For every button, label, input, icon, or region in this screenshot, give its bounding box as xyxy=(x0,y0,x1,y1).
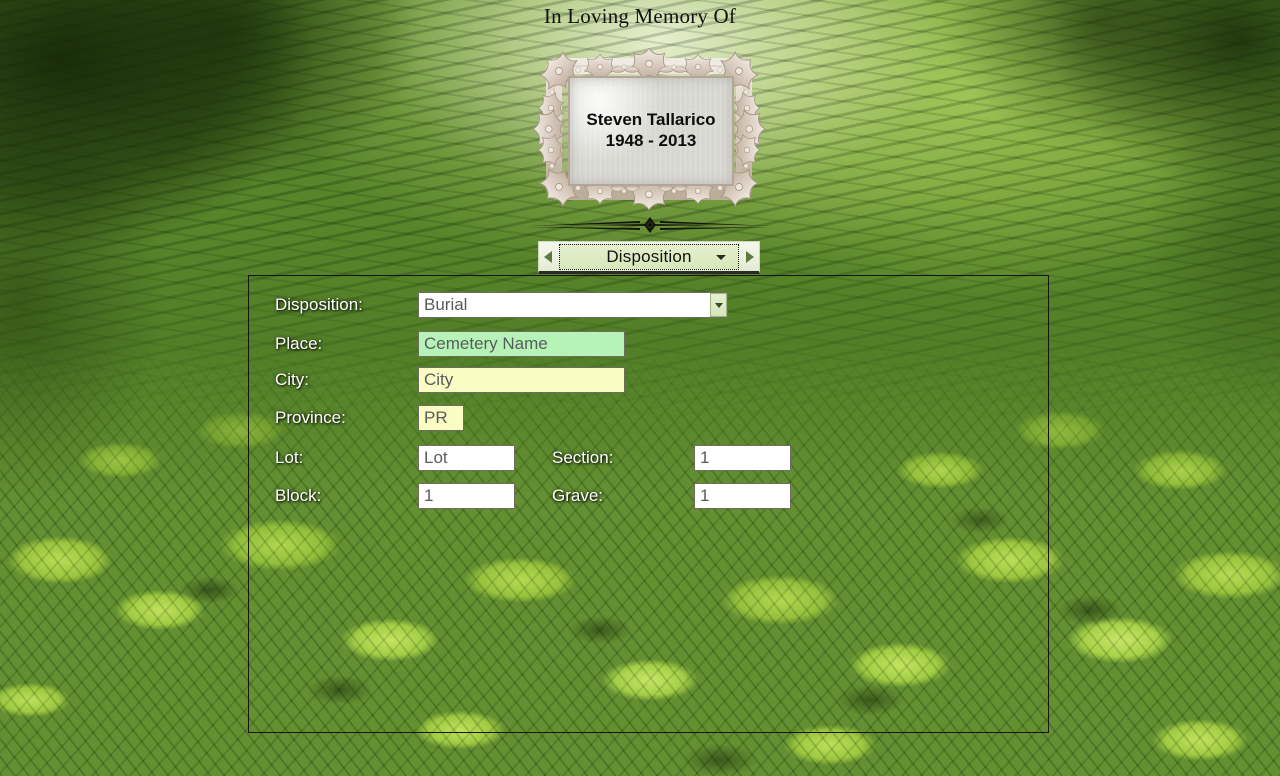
disposition-combobox[interactable] xyxy=(418,292,728,318)
section-selector-label: Disposition xyxy=(606,246,692,266)
chevron-down-icon xyxy=(714,302,723,308)
triangle-left-icon xyxy=(544,250,552,263)
field-row-disposition: Disposition: xyxy=(275,290,728,320)
field-row-place: Place: xyxy=(275,329,625,359)
field-row-province: Province: xyxy=(275,403,464,433)
field-row-block: Block: Grave: xyxy=(275,481,791,511)
lot-input[interactable] xyxy=(418,445,515,471)
label-disposition: Disposition: xyxy=(275,295,363,314)
triangle-right-icon xyxy=(746,250,754,263)
chevron-down-icon xyxy=(716,254,726,260)
disposition-form-panel: Disposition: Place: City: Province: Lot:… xyxy=(248,275,1049,733)
grave-input[interactable] xyxy=(694,483,791,509)
ornamental-divider-icon xyxy=(520,214,780,238)
city-input[interactable] xyxy=(418,367,625,393)
label-place: Place: xyxy=(275,334,323,353)
place-input[interactable] xyxy=(418,331,625,357)
label-lot: Lot: xyxy=(275,448,304,467)
label-grave: Grave: xyxy=(552,486,604,505)
field-row-lot: Lot: Section: xyxy=(275,443,791,473)
label-section: Section: xyxy=(552,448,614,467)
next-section-button[interactable] xyxy=(741,243,759,271)
disposition-dropdown-button[interactable] xyxy=(710,293,727,317)
memorial-page: In Loving Memory Of Steven Tallarico 194… xyxy=(0,0,1280,776)
label-province: Province: xyxy=(275,408,346,427)
label-block: Block: xyxy=(275,486,322,505)
section-navigation-bar[interactable]: Disposition xyxy=(538,241,760,274)
headstone-inscription: Steven Tallarico 1948 - 2013 xyxy=(568,76,734,186)
section-selector[interactable]: Disposition xyxy=(559,243,739,270)
field-row-city: City: xyxy=(275,365,625,395)
previous-section-button[interactable] xyxy=(539,243,557,271)
deceased-dates: 1948 - 2013 xyxy=(605,131,697,150)
memorial-plaque: Steven Tallarico 1948 - 2013 xyxy=(530,48,768,210)
page-title: In Loving Memory Of xyxy=(543,4,737,28)
section-input[interactable] xyxy=(694,445,791,471)
disposition-input[interactable] xyxy=(418,292,728,318)
province-input[interactable] xyxy=(418,405,464,431)
block-input[interactable] xyxy=(418,483,515,509)
deceased-name: Steven Tallarico xyxy=(586,110,716,130)
label-city: City: xyxy=(275,370,309,389)
